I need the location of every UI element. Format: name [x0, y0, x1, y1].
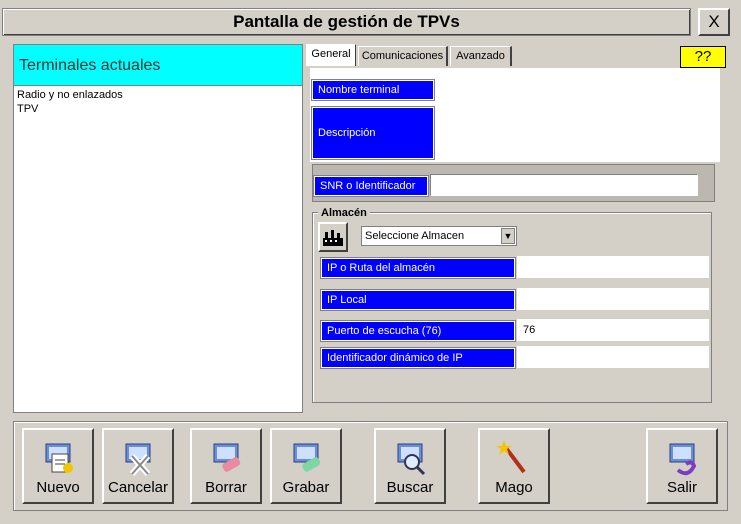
new-document-icon — [45, 443, 73, 473]
snr-label: SNR o Identificador — [314, 176, 428, 196]
tab-general[interactable]: General — [306, 44, 356, 66]
nombre-terminal-input[interactable] — [436, 80, 718, 100]
descripcion-label: Descripción — [312, 107, 434, 159]
tab-comunicaciones[interactable]: Comunicaciones — [358, 46, 448, 66]
eraser-icon — [213, 443, 241, 472]
grabar-button[interactable]: Grabar — [270, 428, 342, 504]
ip-local-input[interactable] — [517, 288, 709, 310]
terminals-header: Terminales actuales — [14, 45, 302, 86]
buscar-label: Buscar — [386, 479, 434, 496]
buscar-button[interactable]: Buscar — [374, 428, 446, 504]
almacen-title: Almacén — [318, 207, 370, 219]
save-icon — [293, 443, 321, 472]
salir-button[interactable]: Salir — [646, 428, 718, 504]
search-icon — [397, 443, 426, 476]
id-dinamico-label: Identificador dinámico de IP — [321, 348, 515, 368]
grabar-label: Grabar — [282, 479, 330, 496]
window-title: Pantalla de gestión de TPVs — [2, 8, 691, 36]
descripcion-input[interactable] — [436, 104, 718, 160]
cancel-icon — [125, 443, 151, 476]
almacen-select-value: Seleccione Almacen — [365, 230, 465, 242]
mago-button[interactable]: Mago — [478, 428, 550, 504]
warehouse-button[interactable] — [318, 222, 348, 252]
chevron-down-icon[interactable]: ▼ — [501, 228, 515, 244]
magic-wand-icon — [496, 440, 526, 474]
mago-label: Mago — [495, 479, 533, 496]
borrar-label: Borrar — [205, 479, 247, 496]
ip-ruta-label: IP o Ruta del almacén — [321, 258, 515, 278]
salir-label: Salir — [666, 479, 697, 496]
ip-ruta-input[interactable] — [517, 256, 709, 278]
close-button[interactable]: X — [698, 8, 730, 36]
nuevo-button[interactable]: Nuevo — [22, 428, 94, 504]
borrar-button[interactable]: Borrar — [190, 428, 262, 504]
nombre-terminal-label: Nombre terminal — [312, 80, 434, 100]
puerto-input[interactable]: 76 — [517, 319, 709, 341]
puerto-label: Puerto de escucha (76) — [321, 321, 515, 341]
ip-local-label: IP Local — [321, 290, 515, 310]
id-dinamico-input[interactable] — [517, 346, 709, 368]
nuevo-label: Nuevo — [36, 479, 80, 496]
cancelar-button[interactable]: Cancelar — [102, 428, 174, 504]
tree-item-radio[interactable]: Radio y no enlazados — [17, 89, 123, 101]
factory-icon — [323, 230, 343, 246]
snr-input[interactable] — [430, 174, 698, 196]
cancelar-label: Cancelar — [107, 479, 169, 496]
tree-item-tpv[interactable]: TPV — [17, 103, 38, 115]
terminals-panel: Terminales actuales Radio y no enlazados… — [13, 44, 303, 413]
almacen-select[interactable]: Seleccione Almacen ▼ — [361, 226, 517, 246]
help-button[interactable]: ?? — [680, 46, 726, 68]
tab-avanzado[interactable]: Avanzado — [450, 46, 512, 66]
exit-icon — [669, 443, 697, 476]
